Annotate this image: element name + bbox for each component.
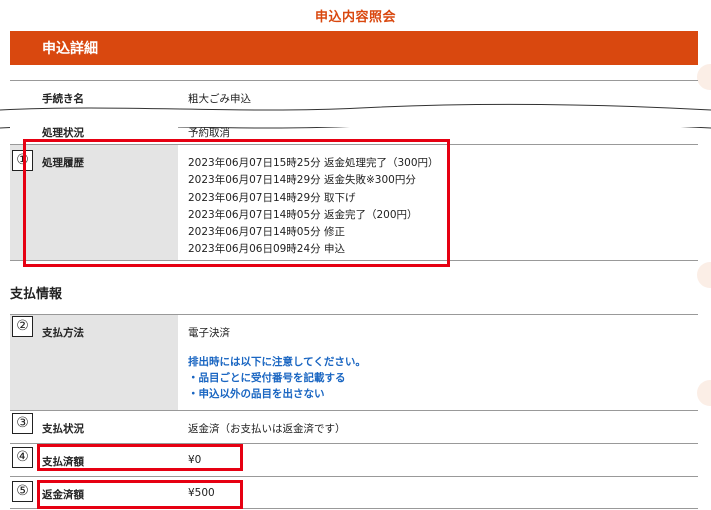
marker-4: ④ — [12, 447, 33, 468]
status-label-text: 処理状況 — [42, 127, 84, 139]
payment-method-value: 電子決済 — [188, 327, 230, 339]
refund-amount-value: ¥500 — [178, 477, 698, 508]
cut-mask — [0, 121, 711, 127]
highlight-refund-amount — [37, 480, 243, 509]
highlight-history — [23, 139, 450, 267]
marker-2: ② — [12, 316, 33, 337]
payment-heading: 支払情報 — [10, 287, 63, 302]
decorative-shape — [697, 262, 711, 288]
paid-amount-value: ¥0 — [178, 444, 698, 476]
payment-method-row: 支払方法 電子決済 排出時には以下に注意してください。 ・品目ごとに受付番号を記… — [10, 314, 698, 410]
payment-notice-line: ・申込以外の品目を出さない — [188, 388, 325, 400]
payment-notice-line: ・品目ごとに受付番号を記載する — [188, 372, 346, 384]
status-value-text: 予約取消 — [188, 127, 230, 139]
payment-status-value: 返金済（お支払いは返金済です） — [178, 411, 698, 443]
payment-status-label: 支払状況 — [10, 411, 178, 443]
payment-method-label: 支払方法 — [10, 315, 178, 410]
section-header: 申込詳細 — [10, 31, 698, 65]
decorative-shape — [697, 380, 711, 406]
payment-method-cell: 電子決済 排出時には以下に注意してください。 ・品目ごとに受付番号を記載する ・… — [178, 315, 698, 410]
page-title: 申込内容照会 — [314, 10, 396, 25]
marker-3: ③ — [12, 413, 33, 434]
marker-5: ⑤ — [12, 481, 33, 502]
payment-status-row: 支払状況 返金済（お支払いは返金済です） — [10, 410, 698, 443]
payment-notice-line: 排出時には以下に注意してください。 — [188, 356, 366, 368]
decorative-shape — [697, 64, 711, 90]
section-header-label: 申込詳細 — [42, 41, 98, 57]
highlight-paid-amount — [37, 444, 243, 471]
